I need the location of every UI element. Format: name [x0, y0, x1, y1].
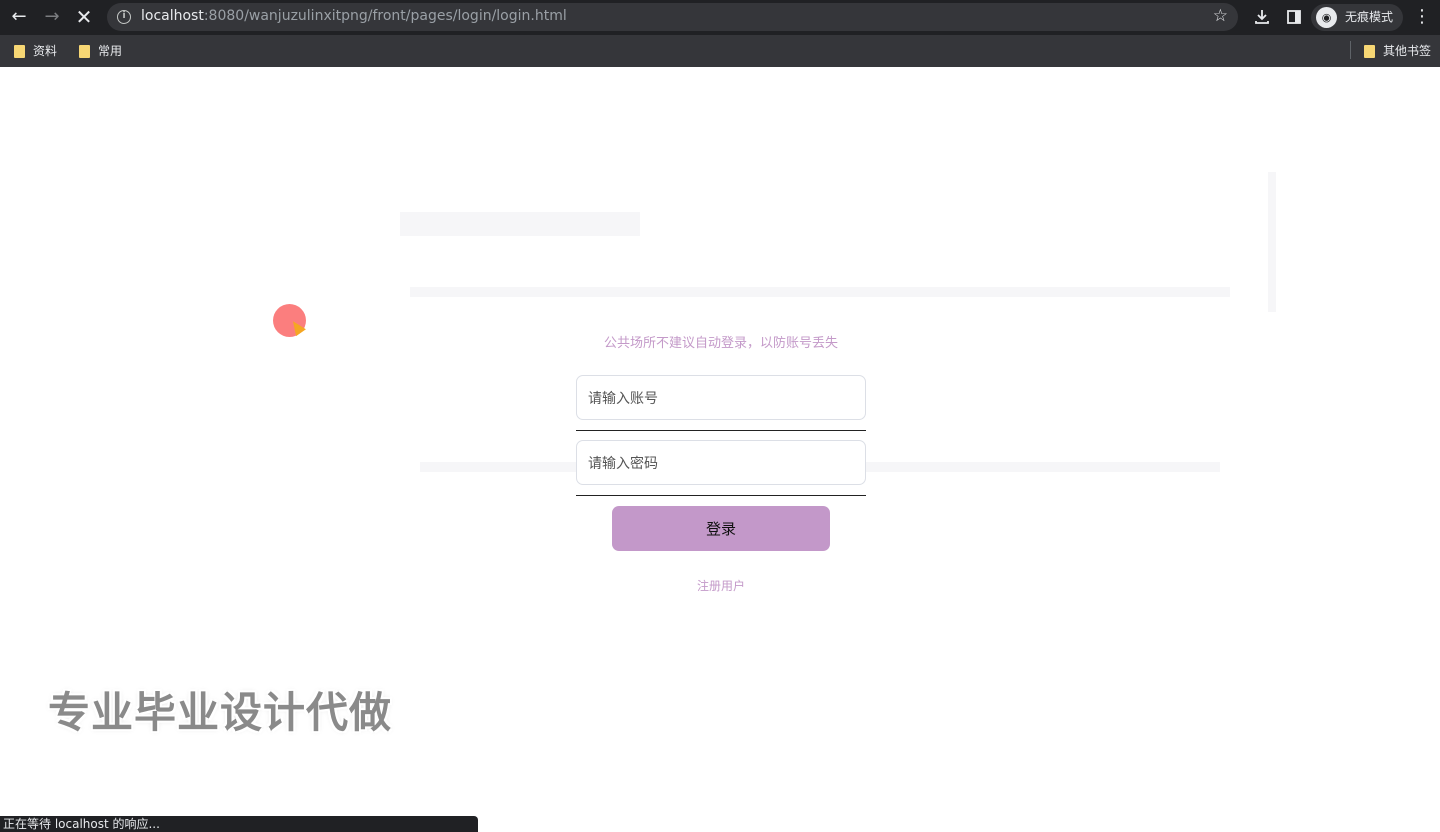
status-bar: 正在等待 localhost 的响应...	[0, 816, 478, 832]
login-button[interactable]: 登录	[612, 506, 830, 551]
incognito-label: 无痕模式	[1345, 10, 1394, 24]
address-bar[interactable]: i localhost:8080/wanjuzulinxitpng/front/…	[107, 3, 1238, 31]
star-icon[interactable]: ☆	[1213, 6, 1228, 26]
bookmark-divider	[1350, 41, 1351, 59]
security-tip: 公共场所不建议自动登录，以防账号丢失	[603, 336, 838, 351]
password-input[interactable]	[576, 440, 866, 485]
account-input[interactable]	[576, 375, 866, 420]
back-arrow-icon[interactable]: ←	[6, 5, 32, 29]
download-icon[interactable]	[1251, 5, 1273, 29]
password-field-wrapper	[576, 440, 866, 496]
bookmark-label: 其他书签	[1383, 44, 1432, 58]
folder-icon	[1364, 45, 1375, 58]
bookmark-folder-changyong[interactable]: 常用	[77, 41, 122, 61]
background-shape	[400, 212, 640, 236]
info-icon[interactable]: i	[117, 10, 131, 24]
login-form: 公共场所不建议自动登录，以防账号丢失 登录 注册用户	[576, 329, 866, 599]
bookmark-label: 资料	[33, 44, 58, 58]
incognito-badge[interactable]: ◉ 无痕模式	[1311, 4, 1403, 31]
bookmarks-bar: 资料 常用 其他书签	[0, 35, 1440, 67]
side-panel-icon[interactable]	[1283, 5, 1305, 29]
account-field-wrapper	[576, 375, 866, 431]
incognito-icon: ◉	[1316, 7, 1337, 28]
folder-icon	[14, 45, 25, 58]
url-host: localhost	[141, 8, 204, 24]
watermark-text: 专业毕业设计代做	[48, 688, 393, 737]
url-path: :8080/wanjuzulinxitpng/front/pages/login…	[203, 8, 567, 24]
url-text[interactable]: localhost:8080/wanjuzulinxitpng/front/pa…	[141, 8, 567, 24]
bookmark-folder-ziliao[interactable]: 资料	[12, 41, 57, 61]
forward-arrow-icon[interactable]: →	[39, 5, 65, 29]
folder-icon	[79, 45, 90, 58]
browser-toolbar: ← → ✕ i localhost:8080/wanjuzulinxitpng/…	[0, 0, 1440, 35]
mouse-pointer-icon	[288, 317, 306, 337]
register-link[interactable]: 注册用户	[576, 577, 866, 594]
cursor-highlight	[273, 304, 306, 337]
background-shape	[1268, 172, 1276, 312]
more-menu-icon[interactable]: ⋮	[1411, 5, 1433, 29]
stop-icon[interactable]: ✕	[71, 5, 97, 29]
page-viewport: 公共场所不建议自动登录，以防账号丢失 登录 注册用户 专业毕业设计代做	[0, 67, 1440, 832]
bookmark-label: 常用	[98, 44, 123, 58]
background-shape	[410, 287, 1230, 297]
bookmark-folder-other[interactable]: 其他书签	[1362, 41, 1431, 61]
